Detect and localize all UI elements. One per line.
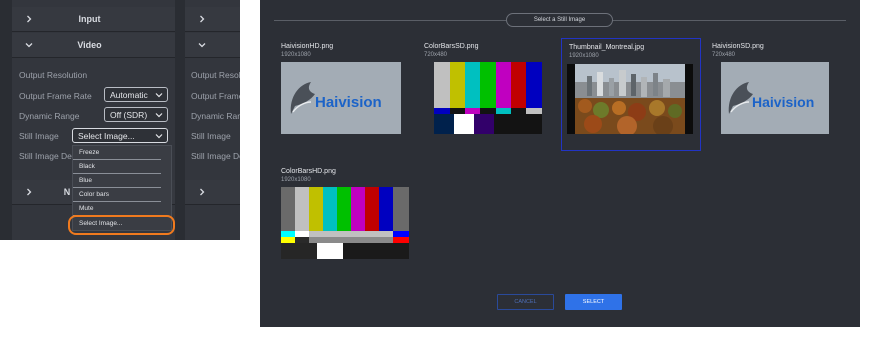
output-frame-rate-value: Automatic: [110, 89, 148, 100]
video-settings-panel: Input Video Output Resolution Output Fra…: [0, 0, 240, 240]
chevron-right-icon: [24, 187, 34, 197]
dropdown-option-mute[interactable]: Mute: [73, 202, 161, 216]
still-image-delay-label-2: Still Image De: [191, 151, 240, 161]
dynamic-range-select[interactable]: Off (SDR): [104, 107, 168, 122]
select-still-image-dialog: Select a Still Image HaivisionHD.png 192…: [260, 0, 860, 327]
video-section-title: Video: [77, 40, 102, 50]
color-bars-image: [434, 62, 542, 134]
still-image-label: Still Image: [19, 131, 59, 141]
output-frame-rate-label: Output Frame Rate: [19, 91, 92, 101]
next-section-header-2[interactable]: [185, 180, 240, 205]
image-dimensions: 1920x1080: [281, 52, 311, 58]
still-image-select[interactable]: Select Image...: [72, 128, 168, 143]
dynamic-range-label: Dynamic Range: [19, 111, 80, 121]
image-dimensions: 720x480: [424, 52, 448, 58]
logo-text: Haivision: [752, 94, 814, 110]
video-section-header-2[interactable]: [185, 33, 240, 58]
haivision-logo-image: Haivision: [721, 62, 829, 134]
image-dimensions: 1920x1080: [569, 53, 599, 59]
still-image-delay-label: Still Image De: [19, 151, 72, 161]
dialog-title: Select a Still Image: [506, 13, 613, 27]
image-dimensions: 1920x1080: [281, 177, 311, 183]
dropdown-option-blue[interactable]: Blue: [73, 174, 161, 188]
city-photo-image: [567, 64, 693, 134]
image-name: ColorBarsHD.png: [281, 168, 336, 175]
chevron-right-icon: [197, 187, 207, 197]
image-name: HaivisionSD.png: [712, 43, 764, 50]
chevron-right-icon: [197, 14, 207, 24]
select-image-highlight: [68, 215, 175, 235]
haivision-logo-image: Haivision: [281, 62, 401, 134]
image-tile-colorbars-sd[interactable]: ColorBarsSD.png 720x480: [417, 38, 553, 146]
input-section-title: Input: [78, 14, 101, 24]
image-name: ColorBarsSD.png: [424, 43, 479, 50]
video-section-header[interactable]: Video: [12, 33, 175, 58]
color-bars-image: [281, 187, 409, 259]
input-section-header-2[interactable]: [185, 7, 240, 32]
dropdown-option-color-bars[interactable]: Color bars: [73, 188, 161, 202]
image-tile-montreal-selected[interactable]: Thumbnail_Montreal.jpg 1920x1080: [561, 38, 701, 151]
output-resolution-label-2: Output Resolu: [191, 70, 240, 80]
image-tile-haivision-sd[interactable]: HaivisionSD.png 720x480 Haivision: [705, 38, 841, 146]
still-image-value: Select Image...: [78, 130, 135, 141]
dynamic-range-value: Off (SDR): [110, 109, 148, 120]
output-frame-rate-select[interactable]: Automatic: [104, 87, 168, 102]
output-resolution-label: Output Resolution: [19, 70, 88, 80]
chevron-down-icon: [155, 132, 163, 142]
image-tile-colorbars-hd[interactable]: ColorBarsHD.png 1920x1080: [274, 163, 410, 271]
input-section-header[interactable]: Input: [12, 7, 175, 32]
image-name: HaivisionHD.png: [281, 43, 334, 50]
chevron-down-icon: [197, 40, 207, 50]
chevron-down-icon: [155, 111, 163, 121]
still-image-label-2: Still Image: [191, 131, 231, 141]
output-frame-rate-label-2: Output Frame: [191, 91, 240, 101]
settings-column-2: Output Resolu Output Frame Dynamic Rang …: [185, 0, 240, 240]
image-tile-haivision-hd[interactable]: HaivisionHD.png 1920x1080 Haivision: [274, 38, 410, 146]
dropdown-option-black[interactable]: Black: [73, 160, 161, 174]
chevron-down-icon: [155, 91, 163, 101]
select-button[interactable]: SELECT: [565, 294, 622, 310]
cancel-button[interactable]: CANCEL: [497, 294, 554, 310]
dynamic-range-label-2: Dynamic Rang: [191, 111, 240, 121]
image-dimensions: 720x480: [712, 52, 736, 58]
logo-text: Haivision: [315, 94, 382, 111]
dropdown-option-freeze[interactable]: Freeze: [73, 146, 161, 160]
image-name: Thumbnail_Montreal.jpg: [569, 44, 645, 51]
